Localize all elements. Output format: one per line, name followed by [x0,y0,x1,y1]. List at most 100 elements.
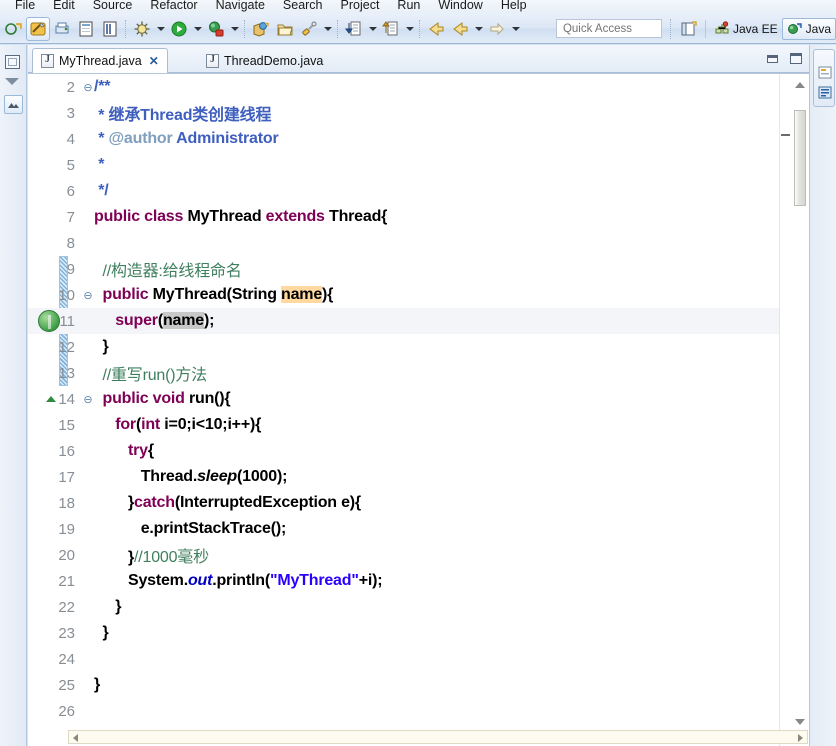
code-line[interactable]: 10 ⊖ public MyThread(String name){ [28,282,792,308]
next-annotation-dropdown-arrow[interactable] [366,17,379,41]
code-line[interactable]: 22 } [28,594,792,620]
code-line[interactable]: 25} [28,672,792,698]
source-editor[interactable]: 2 ⊖/** 3 * 继承Thread类创建线程 4 * @author Admini… [28,73,809,746]
code-line[interactable]: 4 * @author Administrator [28,126,792,152]
code-text: public void run(){ [102,390,231,407]
code-text: * @author Administrator [94,130,279,147]
fold-toggle-icon[interactable]: ⊖ [82,81,94,94]
forward-icon[interactable] [448,17,472,41]
debug-icon[interactable] [130,17,154,41]
editor-tab-tools [762,49,806,68]
menu-item-file[interactable]: File [6,0,44,14]
overview-marker [781,134,790,136]
code-line[interactable]: 24 [28,646,792,672]
next-edit-icon[interactable] [485,17,509,41]
menu-item-source[interactable]: Source [84,0,142,14]
perspective-java-ee[interactable]: Java EE [710,18,782,40]
new-java-project-icon[interactable] [74,17,98,41]
scroll-up-arrow[interactable] [795,82,805,88]
code-line[interactable]: 19 e.printStackTrace(); [28,516,792,542]
code-text: }//1000毫秒 [127,549,209,566]
run-icon[interactable] [167,17,191,41]
perspective-java[interactable]: Java [781,17,836,40]
scroll-down-arrow[interactable] [795,719,805,725]
menu-item-run[interactable]: Run [388,0,429,14]
horizontal-scrollbar[interactable] [68,730,808,744]
external-tools-dropdown-arrow[interactable] [228,17,241,41]
back-icon[interactable] [424,17,448,41]
previous-annotation-icon[interactable] [379,17,403,41]
code-text: public MyThread(String name){ [102,286,334,303]
code-line[interactable]: 3 * 继承Thread类创建线程 [28,100,792,126]
toolbar-right-group: Java EE Java [555,17,836,41]
code-line[interactable]: 14 ⊖ public void run(){ [28,386,792,412]
close-icon[interactable]: ✕ [149,54,159,68]
scroll-right-arrow[interactable] [798,734,803,742]
code-line[interactable]: 9 //构造器:给线程命名 [28,256,792,282]
code-line[interactable]: 18 }catch(InterruptedException e){ [28,490,792,516]
line-number: 26 [58,702,75,720]
open-perspective-button[interactable] [677,17,701,41]
line-number: 6 [66,182,75,200]
code-line[interactable]: 16 try{ [28,438,792,464]
search-dropdown-arrow[interactable] [321,17,334,41]
next-annotation-icon[interactable] [342,17,366,41]
new-wizard-icon[interactable] [2,17,26,41]
menu-item-search[interactable]: Search [274,0,332,14]
editor-tab-threaddemo[interactable]: ThreadDemo.java [198,48,331,73]
menu-item-window[interactable]: Window [429,0,491,14]
forward-dropdown-arrow[interactable] [472,17,485,41]
vertical-scrollbar[interactable] [793,74,808,731]
menu-item-project[interactable]: Project [332,0,389,14]
minimize-view-button[interactable] [5,78,19,85]
code-text: } [102,338,109,355]
code-line[interactable]: 5 * [28,152,792,178]
line-number: 9 [66,260,75,278]
code-line[interactable]: 11 super(name); [28,308,792,334]
code-line[interactable]: 21 System.out.println("MyThread"+i); [28,568,792,594]
overview-ruler[interactable] [779,74,793,746]
menu-item-navigate[interactable]: Navigate [207,0,274,14]
fold-toggle-icon[interactable]: ⊖ [82,393,94,406]
code-line[interactable]: 15 for(int i=0;i<10;i++){ [28,412,792,438]
code-line[interactable]: 12 } [28,334,792,360]
code-line[interactable]: 26 [28,698,792,724]
next-edit-dropdown-arrow[interactable] [509,17,522,41]
debug-dropdown-arrow[interactable] [154,17,167,41]
editor-tab-mythread[interactable]: MyThread.java ✕ [32,48,168,73]
menu-item-refactor[interactable]: Refactor [141,0,206,14]
fold-toggle-icon[interactable]: ⊖ [82,289,94,302]
restore-view-button[interactable] [5,55,20,69]
outline-view-icon[interactable] [818,66,832,79]
breakpoint-marker-icon[interactable] [38,310,60,332]
code-line[interactable]: 8 [28,230,792,256]
menu-item-help[interactable]: Help [492,0,536,14]
code-line[interactable]: 23 } [28,620,792,646]
code-line[interactable]: 7 public class MyThread extends Thread{ [28,204,792,230]
maximize-editor-button[interactable] [785,49,806,68]
previous-annotation-dropdown-arrow[interactable] [403,17,416,41]
task-list-icon[interactable] [818,86,832,99]
open-type-icon[interactable] [273,17,297,41]
save-icon[interactable] [26,16,50,41]
print-icon[interactable] [50,17,74,41]
new-java-class-icon[interactable] [249,17,273,41]
quick-access-input[interactable] [555,19,662,38]
line-number: 15 [58,416,75,434]
package-explorer-icon[interactable] [4,95,23,114]
run-dropdown-arrow[interactable] [191,17,204,41]
minimize-editor-button[interactable] [762,49,783,68]
new-java-package-icon[interactable] [98,17,122,41]
code-line[interactable]: 17 Thread.sleep(1000); [28,464,792,490]
scroll-left-arrow[interactable] [73,734,78,742]
code-line[interactable]: 20 }//1000毫秒 [28,542,792,568]
code-line[interactable]: 13 //重写run()方法 [28,360,792,386]
code-line[interactable]: 2 ⊖/** [28,74,792,100]
menu-item-edit[interactable]: Edit [44,0,84,14]
search-icon[interactable] [297,17,321,41]
vertical-scrollbar-thumb[interactable] [794,110,806,206]
external-tools-icon[interactable] [204,17,228,41]
toolbar-separator [669,18,672,39]
code-line[interactable]: 6 */ [28,178,792,204]
code-text: super(name); [115,312,215,329]
